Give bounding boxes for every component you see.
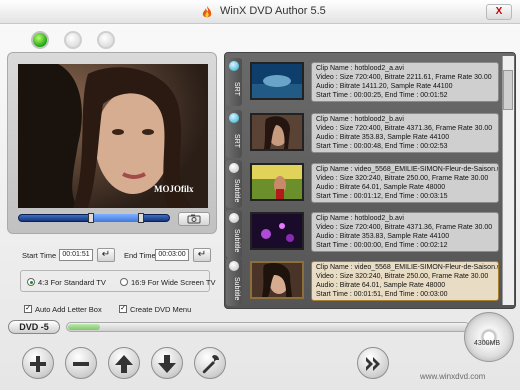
set-start-button[interactable]: ↵ [97, 248, 115, 262]
clip-2-info[interactable]: Clip Name : hotblood2_b.avi Video : Size… [311, 113, 499, 153]
clip-4-subtitle-tab[interactable]: Subtitle [226, 210, 242, 258]
clip-time-info: Start Time : 00:00:48, End Time : 00:02:… [316, 143, 448, 150]
snapshot-button[interactable] [178, 212, 210, 226]
clip-name: Clip Name : hotblood2_a.avi [316, 65, 404, 72]
add-clip-button[interactable] [22, 347, 54, 379]
next-step-button[interactable] [357, 347, 389, 379]
start-time-label: Start Time : [22, 251, 61, 260]
tab-indicator-icon [229, 261, 239, 271]
disc-capacity-bar [66, 322, 470, 332]
clip-1-srt-tab[interactable]: SRT [226, 58, 242, 106]
clip-time-info: Start Time : 00:01:12, End Time : 00:03:… [316, 193, 448, 200]
clip-video-info: Video : Size 720:400, Bitrate 4371.36, F… [316, 224, 493, 231]
tab-indicator-icon [229, 213, 239, 223]
clip-video-info: Video : Size 320:240, Bitrate 250.00, Fr… [316, 273, 489, 280]
set-end-button[interactable]: ↵ [193, 248, 211, 262]
clip-2-srt-tab[interactable]: SRT [226, 110, 242, 158]
end-time-field[interactable]: 00:03:00 [155, 249, 189, 261]
window-title: WinX DVD Author 5.5 [220, 5, 326, 17]
minus-icon [73, 362, 89, 366]
clip-name: Clip Name : hotblood2_b.avi [316, 116, 404, 123]
clip-3-info[interactable]: Clip Name : video_5568_EMILIE-SIMON-Fleu… [311, 163, 499, 203]
video-preview: MOJOfilx [18, 64, 208, 208]
arrow-up-icon [115, 355, 133, 373]
tab-indicator-icon [229, 113, 239, 123]
clip-1-info[interactable]: Clip Name : hotblood2_a.avi Video : Size… [311, 62, 499, 102]
disc-capacity-label: 4300MB [474, 340, 501, 347]
clip-2-thumbnail[interactable] [250, 113, 304, 151]
clip-3-thumbnail[interactable] [250, 163, 304, 201]
disc-type-selector[interactable]: DVD -5 [8, 320, 60, 334]
start-time-field[interactable]: 00:01:51 [59, 249, 93, 261]
remove-clip-button[interactable] [65, 347, 97, 379]
wrench-icon [202, 355, 219, 374]
tab-label: Subtitle [233, 229, 240, 253]
aspect-16-9-label[interactable]: 16:9 For Wide Screen TV [131, 278, 215, 287]
trim-start-handle[interactable] [88, 213, 94, 223]
clip-3-subtitle-tab[interactable]: Subtitle [226, 160, 242, 208]
tab-indicator-icon [229, 61, 239, 71]
clip-audio-info: Audio : Bitrate 64.01, Sample Rate 48000 [316, 184, 446, 191]
letterbox-label[interactable]: Auto Add Letter Box [35, 305, 102, 314]
clip-time-info: Start Time : 00:00:25, End Time : 00:01:… [316, 92, 448, 99]
trim-end-handle[interactable] [138, 213, 144, 223]
enter-arrow-icon: ↵ [197, 249, 207, 260]
step-3-indicator[interactable] [97, 31, 115, 49]
arrow-down-icon [158, 355, 176, 373]
clip-video-info: Video : Size 720:400, Bitrate 4371.36, F… [316, 125, 493, 132]
clip-name: Clip Name : video_5568_EMILIE-SIMON-Fleu… [316, 166, 499, 173]
close-button[interactable]: X [486, 4, 512, 20]
clip-time-info: Start Time : 00:01:51, End Time : 00:03:… [316, 291, 448, 298]
settings-button[interactable] [194, 347, 226, 379]
tab-label: SRT [233, 134, 240, 148]
move-up-button[interactable] [108, 347, 140, 379]
clip-audio-info: Audio : Bitrate 1411.20, Sample Rate 441… [316, 83, 453, 90]
clip-name: Clip Name : hotblood2_b.avi [316, 215, 404, 222]
clip-time-info: Start Time : 00:00:00, End Time : 00:02:… [316, 242, 448, 249]
aspect-16-9-radio[interactable] [120, 278, 128, 286]
plus-icon [30, 356, 46, 372]
clip-1-thumbnail[interactable] [250, 62, 304, 100]
clip-5-info[interactable]: Clip Name : video_5568_EMILIE-SIMON-Fleu… [311, 261, 499, 301]
disc-capacity-fill [68, 324, 100, 330]
clip-audio-info: Audio : Bitrate 64.01, Sample Rate 48000 [316, 282, 446, 289]
dvd-menu-label[interactable]: Create DVD Menu [130, 305, 191, 314]
clip-5-subtitle-tab[interactable]: Subtitle [226, 258, 242, 306]
flame-logo-icon [202, 6, 212, 18]
clip-audio-info: Audio : Bitrate 353.83, Sample Rate 4410… [316, 233, 450, 240]
clip-video-info: Video : Size 320:240, Bitrate 250.00, Fr… [316, 175, 489, 182]
tab-indicator-icon [229, 163, 239, 173]
disc-icon [464, 312, 514, 362]
enter-arrow-icon: ↵ [101, 249, 111, 260]
video-watermark: MOJOfilx [154, 184, 194, 194]
step-1-indicator[interactable] [31, 31, 49, 49]
clip-5-thumbnail[interactable] [250, 261, 304, 299]
move-down-button[interactable] [151, 347, 183, 379]
clip-video-info: Video : Size 720:400, Bitrate 2211.61, F… [316, 74, 492, 81]
dvd-menu-checkbox[interactable]: ✓ [119, 305, 127, 313]
aspect-4-3-label[interactable]: 4:3 For Standard TV [38, 278, 106, 287]
tab-label: Subtitle [233, 277, 240, 301]
trim-range [90, 214, 140, 222]
website-link[interactable]: www.winxdvd.com [420, 372, 485, 381]
aspect-4-3-radio[interactable] [27, 278, 35, 286]
clip-audio-info: Audio : Bitrate 353.83, Sample Rate 4410… [316, 134, 450, 141]
tab-label: Subtitle [233, 179, 240, 203]
clip-name: Clip Name : video_5568_EMILIE-SIMON-Fleu… [316, 264, 499, 271]
double-chevron-right-icon [366, 357, 380, 371]
tab-label: SRT [233, 82, 240, 96]
clip-4-thumbnail[interactable] [250, 212, 304, 250]
step-2-indicator[interactable] [64, 31, 82, 49]
scrollbar-thumb[interactable] [503, 70, 513, 110]
clip-4-info[interactable]: Clip Name : hotblood2_b.avi Video : Size… [311, 212, 499, 252]
camera-icon [187, 214, 201, 224]
letterbox-checkbox[interactable]: ✓ [24, 305, 32, 313]
